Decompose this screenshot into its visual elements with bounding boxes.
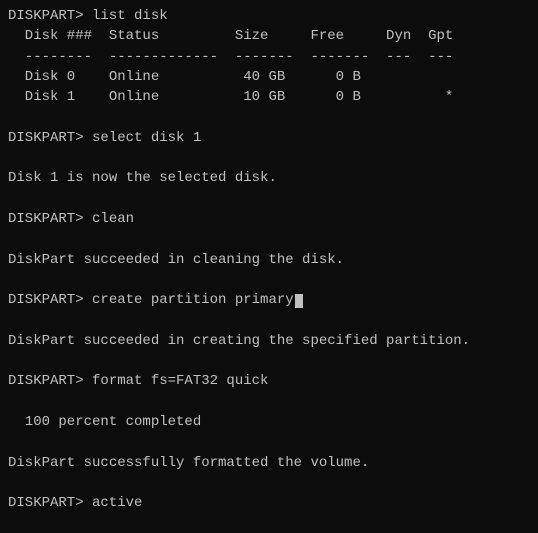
msg-select: Disk 1 is now the selected disk. <box>8 168 530 188</box>
disk1-row: Disk 1 Online 10 GB 0 B * <box>8 87 530 107</box>
blank4 <box>8 229 530 249</box>
cmd-active: DISKPART> active <box>8 493 530 513</box>
cmd-list-disk: DISKPART> list disk <box>8 6 530 26</box>
table-separator: -------- ------------- ------- ------- -… <box>8 47 530 67</box>
cmd-create: DISKPART> create partition primary <box>8 290 530 310</box>
blank3 <box>8 189 530 209</box>
blank8 <box>8 392 530 412</box>
cmd-format: DISKPART> format fs=FAT32 quick <box>8 371 530 391</box>
blank2 <box>8 148 530 168</box>
msg-create: DiskPart succeeded in creating the speci… <box>8 331 530 351</box>
blank6 <box>8 310 530 330</box>
text-cursor <box>295 294 303 308</box>
blank7 <box>8 351 530 371</box>
msg-clean: DiskPart succeeded in cleaning the disk. <box>8 250 530 270</box>
blank1 <box>8 107 530 127</box>
disk0-row: Disk 0 Online 40 GB 0 B <box>8 67 530 87</box>
blank11 <box>8 513 530 533</box>
terminal-window: DISKPART> list disk Disk ### Status Size… <box>0 0 538 533</box>
table-header: Disk ### Status Size Free Dyn Gpt <box>8 26 530 46</box>
msg-format: DiskPart successfully formatted the volu… <box>8 453 530 473</box>
cmd-select: DISKPART> select disk 1 <box>8 128 530 148</box>
cmd-clean: DISKPART> clean <box>8 209 530 229</box>
blank10 <box>8 473 530 493</box>
blank5 <box>8 270 530 290</box>
msg-percent: 100 percent completed <box>8 412 530 432</box>
blank9 <box>8 432 530 452</box>
